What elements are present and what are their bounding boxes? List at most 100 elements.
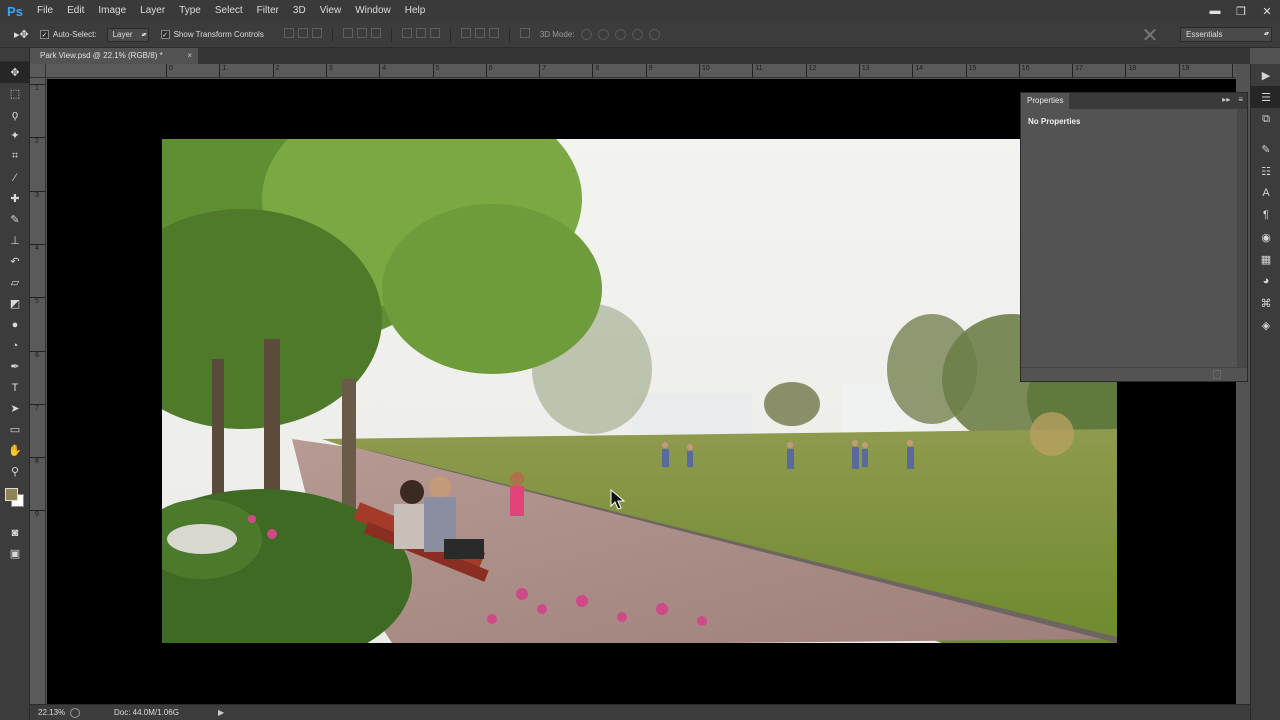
lasso-tool-icon[interactable]: ϙ [0, 104, 30, 125]
quick-mask-icon[interactable]: ◙ [0, 522, 30, 543]
clone-stamp-tool-icon[interactable]: ⊥ [0, 230, 30, 251]
ruler-tick: 13 [858, 64, 870, 77]
auto-select-target-dropdown[interactable]: Layer [106, 27, 149, 42]
marquee-tool-icon[interactable]: ⬚ [0, 83, 30, 104]
workspace-dropdown[interactable]: Essentials [1180, 27, 1272, 42]
3d-panel-icon[interactable]: ◉ [1251, 226, 1280, 248]
auto-select-checkbox[interactable]: ✓ Auto-Select: [40, 30, 97, 39]
type-tool-icon[interactable]: T [0, 377, 30, 398]
screen-mode-icon[interactable]: ▣ [0, 543, 30, 564]
align-hcenter-icon[interactable] [356, 27, 367, 38]
hand-tool-icon[interactable]: ✋ [0, 440, 30, 461]
3d-roll-icon[interactable] [597, 29, 609, 40]
layers-icon[interactable]: ◈ [1251, 314, 1280, 336]
move-tool-preset-icon[interactable]: ▸✥ [14, 28, 40, 41]
menu-3d[interactable]: 3D [286, 0, 313, 22]
brush-panel-icon[interactable]: ✎ [1251, 138, 1280, 160]
3d-pan-icon[interactable] [614, 29, 626, 40]
blur-tool-icon[interactable]: ● [0, 314, 30, 335]
zoom-tool-icon[interactable]: ⚲ [0, 461, 30, 482]
ruler-tick: 9 [30, 510, 45, 518]
trash-icon[interactable] [1213, 370, 1221, 379]
vertical-ruler[interactable]: 1 2 3 4 5 6 7 8 9 [30, 64, 46, 704]
zoom-level-field[interactable]: 22.13% [30, 708, 65, 717]
eyedropper-tool-icon[interactable]: ⁄ [0, 167, 30, 188]
magic-wand-tool-icon[interactable]: ✦ [0, 125, 30, 146]
brush-tool-icon[interactable]: ✎ [0, 209, 30, 230]
menu-file[interactable]: File [30, 0, 60, 22]
dodge-tool-icon[interactable]: ◔ [0, 335, 30, 356]
restore-button[interactable]: ❐ [1228, 0, 1254, 22]
styles-icon[interactable]: ◕ [1251, 270, 1280, 292]
history-icon[interactable]: ⧉ [1251, 108, 1280, 130]
panel-menu-icon[interactable]: ≡ [1238, 95, 1243, 104]
status-menu-arrow-icon[interactable]: ▶ [218, 708, 224, 717]
healing-brush-tool-icon[interactable]: ✚ [0, 188, 30, 209]
ruler-tick: 5 [432, 64, 439, 77]
ruler-tick: 3 [325, 64, 333, 77]
properties-tab[interactable]: Properties [1021, 93, 1070, 109]
menu-view[interactable]: View [313, 0, 349, 22]
menu-filter[interactable]: Filter [250, 0, 286, 22]
ruler-tick: 8 [30, 457, 45, 465]
path-selection-tool-icon[interactable]: ➤ [0, 398, 30, 419]
menu-select[interactable]: Select [208, 0, 250, 22]
distribute-right-icon[interactable] [488, 27, 499, 38]
align-right-icon[interactable] [370, 27, 381, 38]
auto-align-icon[interactable] [519, 27, 530, 38]
ruler-tick: 6 [30, 350, 45, 359]
align-vcenter-icon[interactable] [297, 27, 308, 38]
toolbar-grip[interactable] [0, 48, 29, 62]
app-logo: Ps [7, 3, 23, 19]
distribute-bottom-icon[interactable] [429, 27, 440, 38]
distribute-left-icon[interactable] [460, 27, 471, 38]
adjustments-icon[interactable]: ☷ [1251, 160, 1280, 182]
3d-scale-icon[interactable] [648, 29, 660, 40]
horizontal-ruler[interactable]: 01234567891011121314151617181920 [46, 64, 1236, 78]
character-icon[interactable]: A [1251, 182, 1280, 204]
minimize-button[interactable]: ▬ [1202, 0, 1228, 22]
menu-edit[interactable]: Edit [60, 0, 91, 22]
menu-window[interactable]: Window [348, 0, 398, 22]
align-left-icon[interactable] [342, 27, 353, 38]
3d-rotate-icon[interactable] [580, 29, 592, 40]
history-brush-tool-icon[interactable]: ↶ [0, 251, 30, 272]
menu-bar: Ps File Edit Image Layer Type Select Fil… [0, 0, 1280, 22]
close-tab-icon[interactable]: × [187, 48, 192, 64]
status-info-icon[interactable] [70, 707, 80, 718]
menu-image[interactable]: Image [91, 0, 133, 22]
close-button[interactable]: ✕ [1254, 0, 1280, 22]
3d-slide-icon[interactable] [631, 29, 643, 40]
align-top-icon[interactable] [283, 27, 294, 38]
properties-scrollbar[interactable] [1237, 109, 1247, 367]
distribute-vcenter-icon[interactable] [415, 27, 426, 38]
distribute-top-icon[interactable] [401, 27, 412, 38]
divider [1251, 130, 1280, 138]
distribute-hcenter-icon[interactable] [474, 27, 485, 38]
crop-tool-icon[interactable]: ⌗ [0, 146, 30, 167]
move-tool-icon[interactable]: ✥ [0, 62, 30, 83]
pen-tool-icon[interactable]: ✒ [0, 356, 30, 377]
align-bottom-icon[interactable] [311, 27, 322, 38]
properties-message: No Properties [1028, 117, 1081, 126]
paragraph-icon[interactable]: ¶ [1251, 204, 1280, 226]
menu-layer[interactable]: Layer [133, 0, 172, 22]
rectangle-tool-icon[interactable]: ▭ [0, 419, 30, 440]
park-rendering-image[interactable] [162, 139, 1117, 643]
ruler-origin[interactable] [30, 64, 46, 78]
menu-type[interactable]: Type [172, 0, 208, 22]
3d-mode-label: 3D Mode: [539, 30, 575, 39]
properties-panel-icon[interactable]: ☰ [1251, 86, 1280, 108]
document-size: Doc: 44.0M/1.06G [114, 708, 179, 717]
paint-bucket-tool-icon[interactable]: ◩ [0, 293, 30, 314]
paths-icon[interactable]: ⌘ [1251, 292, 1280, 314]
properties-panel-header: Properties ▸▸ ≡ [1021, 93, 1247, 109]
eraser-tool-icon[interactable]: ▱ [0, 272, 30, 293]
grid-icon[interactable]: ▦ [1251, 248, 1280, 270]
play-icon[interactable]: ▶ [1251, 64, 1280, 86]
document-tab[interactable]: Park View.psd @ 22.1% (RGB/8) * × [30, 48, 198, 64]
menu-help[interactable]: Help [398, 0, 433, 22]
show-transform-controls-checkbox[interactable]: ✓ Show Transform Controls [160, 30, 264, 39]
foreground-color-swatch[interactable] [5, 488, 18, 501]
collapse-panel-icon[interactable]: ▸▸ [1222, 95, 1230, 104]
